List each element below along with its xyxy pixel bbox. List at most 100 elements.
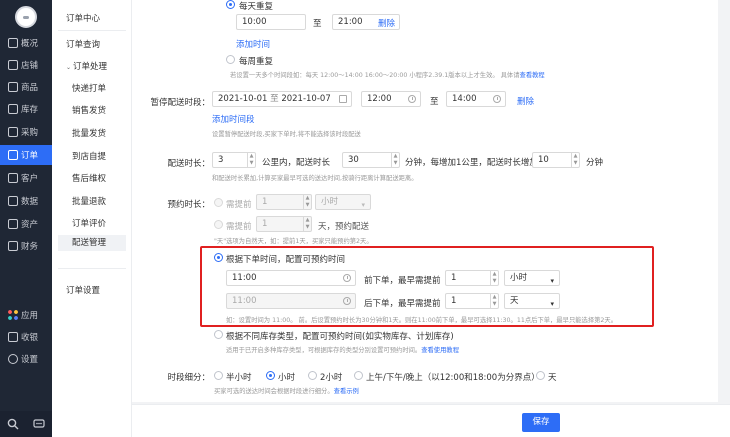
data-icon [8, 196, 18, 206]
by-stock-label: 根据不同库存类型，配置可预约时间(如实物库存、计划库存) [226, 332, 454, 342]
order-time-input-2[interactable]: 11:00 [226, 293, 356, 309]
menu-after-sales[interactable]: 售后维权 [72, 172, 106, 184]
menu-order-process[interactable]: ⌄ 订单处理 [66, 60, 107, 72]
reserve-hours-input[interactable]: 1 ▲ ▼ [256, 194, 312, 210]
pause-start-time[interactable]: 12:00 [361, 91, 421, 107]
after-ahead-input[interactable]: 1 ▲ ▼ [445, 293, 499, 309]
menu-order-settings[interactable]: 订单设置 [66, 284, 100, 296]
nav-footer [0, 411, 52, 437]
segment-period-radio[interactable] [354, 371, 363, 380]
stepper-icon[interactable]: ▲ ▼ [247, 153, 255, 167]
duration-km-input[interactable]: 3 ▲ ▼ [212, 152, 256, 168]
segment-hour-radio[interactable] [266, 371, 275, 380]
pause-label: 暂停配送时段： [150, 98, 210, 108]
nav-item-goods[interactable]: 商品 [0, 77, 52, 97]
duration-minutes-input[interactable]: 30 ▲ ▼ [342, 152, 400, 168]
by-order-time-radio[interactable] [214, 253, 223, 262]
segment-hint-link[interactable]: 查看示例 [334, 388, 359, 395]
nav-item-customer[interactable]: 客户 [0, 168, 52, 188]
nav-item-finance[interactable]: 财务 [0, 236, 52, 256]
nav-item-order[interactable]: 订单 [0, 145, 52, 165]
daily-to-text: 至 [313, 19, 322, 29]
menu-order-query[interactable]: 订单查询 [66, 38, 100, 50]
pause-delete-link[interactable]: 删除 [517, 95, 534, 107]
after-order-text: 后下单，最早需提前 [364, 299, 441, 309]
stepper-icon[interactable]: ▲ ▼ [490, 271, 498, 285]
daily-repeat-radio[interactable] [226, 0, 235, 9]
segment-2hour-radio[interactable] [308, 371, 317, 380]
before-ahead-input[interactable]: 1 ▲ ▼ [445, 270, 499, 286]
pause-date-range[interactable]: 2021-10-01 至 2021-10-07 [212, 91, 352, 107]
segment-day-radio[interactable] [536, 371, 545, 380]
segment-day-label: 天 [548, 373, 557, 383]
before-order-text: 前下单，最早需提前 [364, 276, 441, 286]
order-time-input-1[interactable]: 11:00 [226, 270, 356, 286]
reserve-days-text: 天，预约配送 [318, 222, 370, 232]
menu-sales-ship[interactable]: 销售发货 [72, 104, 106, 116]
settings-icon [8, 354, 18, 364]
duration-per-text: 分钟，每增加1公里，配送时长增加 [405, 158, 538, 168]
save-button[interactable]: 保存 [522, 413, 560, 432]
daily-start-time[interactable]: 10:00 [236, 14, 306, 30]
main-content: 每天重复 10:00 至 21:00 删除 添加时间 每周重复 若设置一天多个时… [132, 0, 730, 437]
order-icon [8, 150, 18, 160]
dropdown-arrow-icon: ▾ [550, 277, 554, 285]
dropdown-arrow-icon: ▾ [361, 201, 365, 209]
menu-express-print[interactable]: 快递打单 [72, 82, 106, 94]
nav-item-overview[interactable]: 概况 [0, 33, 52, 53]
menu-batch-refund[interactable]: 批量退款 [72, 195, 106, 207]
reserve-unit-select[interactable]: 小时 ▾ [315, 194, 371, 210]
by-stock-radio[interactable] [214, 330, 223, 339]
menu-delivery-manage[interactable]: 配送管理 [58, 235, 126, 251]
sub-menu: 订单中心 订单查询 ⌄ 订单处理 快递打单 销售发货 批量发货 到店自提 售后维… [52, 0, 132, 437]
avatar[interactable] [15, 6, 37, 28]
stepper-icon[interactable]: ▲ ▼ [303, 195, 311, 209]
after-unit-select[interactable]: 天 ▾ [504, 293, 560, 309]
pause-end-time[interactable]: 14:00 [446, 91, 506, 107]
stepper-icon[interactable]: ▲ ▼ [490, 294, 498, 308]
reserve-days-input[interactable]: 1 ▲ ▼ [256, 216, 312, 232]
dropdown-arrow-icon: ▾ [550, 300, 554, 308]
by-stock-hint-link[interactable]: 查看使用教程 [421, 347, 459, 354]
assets-icon [8, 219, 18, 229]
segment-half-hour-label: 半小时 [226, 373, 252, 383]
reserve-hours-radio[interactable] [214, 198, 223, 207]
segment-half-hour-radio[interactable] [214, 371, 223, 380]
daily-hint-link[interactable]: 查看教程 [520, 72, 545, 79]
nav-item-data[interactable]: 数据 [0, 191, 52, 211]
stepper-icon[interactable]: ▲ ▼ [303, 217, 311, 231]
dashboard-icon [8, 38, 18, 48]
main-nav: 概况 店铺 商品 库存 采购 订单 客户 数据 资产 财务 应用 收银 设置 [0, 0, 52, 437]
clock-icon [343, 274, 351, 282]
pause-to-text: 至 [430, 97, 439, 107]
duration-increment-input[interactable]: 10 ▲ ▼ [532, 152, 580, 168]
apps-icon [8, 310, 18, 320]
nav-item-apps[interactable]: 应用 [0, 305, 52, 325]
daily-delete-link[interactable]: 删除 [378, 17, 395, 29]
nav-item-inventory[interactable]: 库存 [0, 99, 52, 119]
add-period-link[interactable]: 添加时间段 [212, 113, 255, 125]
by-order-time-label: 根据下单时间，配置可预约时间 [226, 255, 346, 265]
chat-icon[interactable] [33, 418, 45, 430]
nav-item-cashier[interactable]: 收银 [0, 327, 52, 347]
search-icon[interactable] [7, 418, 19, 430]
reserve-days-radio[interactable] [214, 220, 223, 229]
nav-item-store[interactable]: 店铺 [0, 55, 52, 75]
inventory-icon [8, 104, 18, 114]
segment-hint: 买家可选的送达时间会根据时段进行细分。查看示例 [214, 388, 359, 395]
nav-item-assets[interactable]: 资产 [0, 214, 52, 234]
nav-item-purchase[interactable]: 采购 [0, 122, 52, 142]
menu-batch-ship[interactable]: 批量发货 [72, 127, 106, 139]
segment-2hour-label: 2小时 [320, 373, 343, 383]
reserve-ahead-text-2: 需提前 [226, 222, 252, 232]
stepper-icon[interactable]: ▲ ▼ [391, 153, 399, 167]
stepper-icon[interactable]: ▲ ▼ [571, 153, 579, 167]
add-time-link[interactable]: 添加时间 [236, 38, 270, 50]
reserve-ahead-text-1: 需提前 [226, 200, 252, 210]
weekly-repeat-radio[interactable] [226, 55, 235, 64]
menu-self-pickup[interactable]: 到店自提 [72, 150, 106, 162]
before-unit-select[interactable]: 小时 ▾ [504, 270, 560, 286]
daily-hint: 若设置一天多个时间段如：每天 12:00～14:00 16:00～20:00 小… [230, 72, 545, 79]
menu-order-review[interactable]: 订单评价 [72, 217, 106, 229]
nav-item-settings[interactable]: 设置 [0, 349, 52, 369]
